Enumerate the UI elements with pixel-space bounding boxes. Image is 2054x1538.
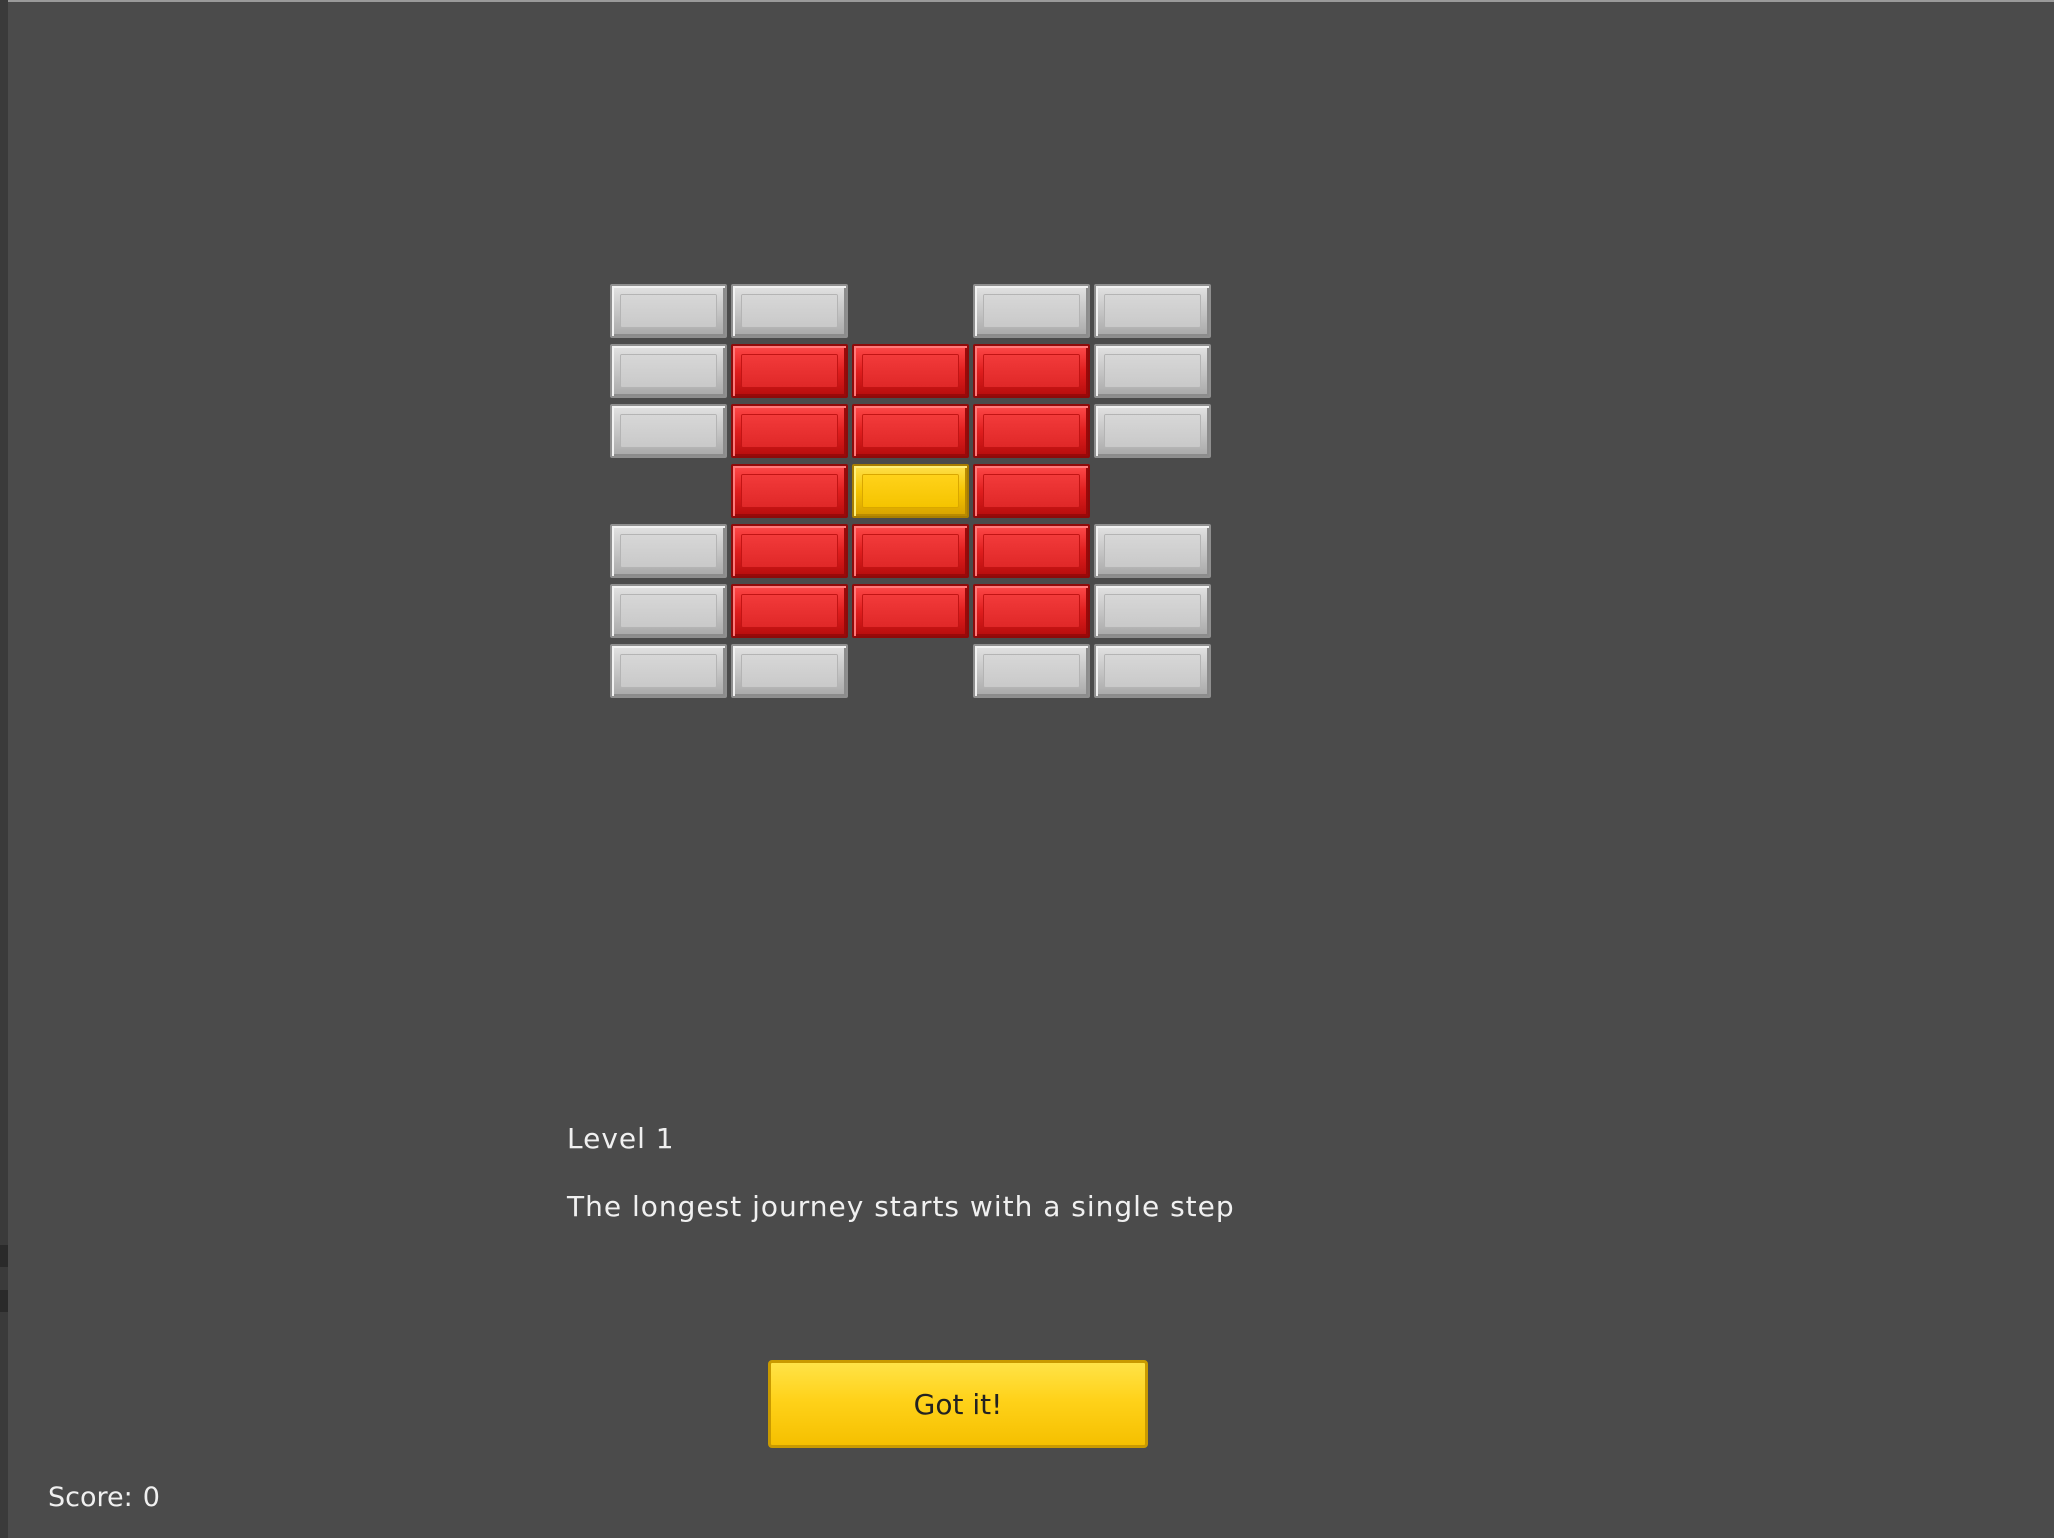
red-brick (973, 404, 1090, 458)
score-label: Score: (48, 1482, 133, 1513)
red-brick (852, 524, 969, 578)
red-brick (973, 344, 1090, 398)
gray-brick (610, 284, 727, 338)
gray-brick (610, 404, 727, 458)
red-brick (731, 464, 848, 518)
window-top-border (0, 0, 2054, 2)
red-brick (731, 344, 848, 398)
edge-mark (0, 1245, 8, 1267)
gray-brick (610, 344, 727, 398)
red-brick (731, 524, 848, 578)
gray-brick (1094, 644, 1211, 698)
red-brick (973, 464, 1090, 518)
red-brick (731, 404, 848, 458)
window-left-edge (0, 0, 8, 1538)
level-message: The longest journey starts with a single… (567, 1190, 1235, 1223)
yellow-brick (852, 464, 969, 518)
gray-brick (1094, 404, 1211, 458)
game-screen: Level 1 The longest journey starts with … (0, 0, 2054, 1538)
score-value: 0 (142, 1482, 160, 1513)
gray-brick (610, 644, 727, 698)
gray-brick (731, 284, 848, 338)
red-brick (852, 404, 969, 458)
score-display: Score: 0 (48, 1482, 160, 1513)
gray-brick (610, 584, 727, 638)
gray-brick (1094, 524, 1211, 578)
red-brick (731, 584, 848, 638)
red-brick (852, 584, 969, 638)
level-title: Level 1 (567, 1122, 675, 1155)
gray-brick (610, 524, 727, 578)
gray-brick (973, 284, 1090, 338)
got-it-button[interactable]: Got it! (768, 1360, 1148, 1448)
red-brick (973, 584, 1090, 638)
edge-mark (0, 1290, 8, 1312)
red-brick (852, 344, 969, 398)
gray-brick (1094, 284, 1211, 338)
gray-brick (731, 644, 848, 698)
brick-grid (610, 284, 1215, 700)
gray-brick (1094, 344, 1211, 398)
red-brick (973, 524, 1090, 578)
gray-brick (973, 644, 1090, 698)
gray-brick (1094, 584, 1211, 638)
